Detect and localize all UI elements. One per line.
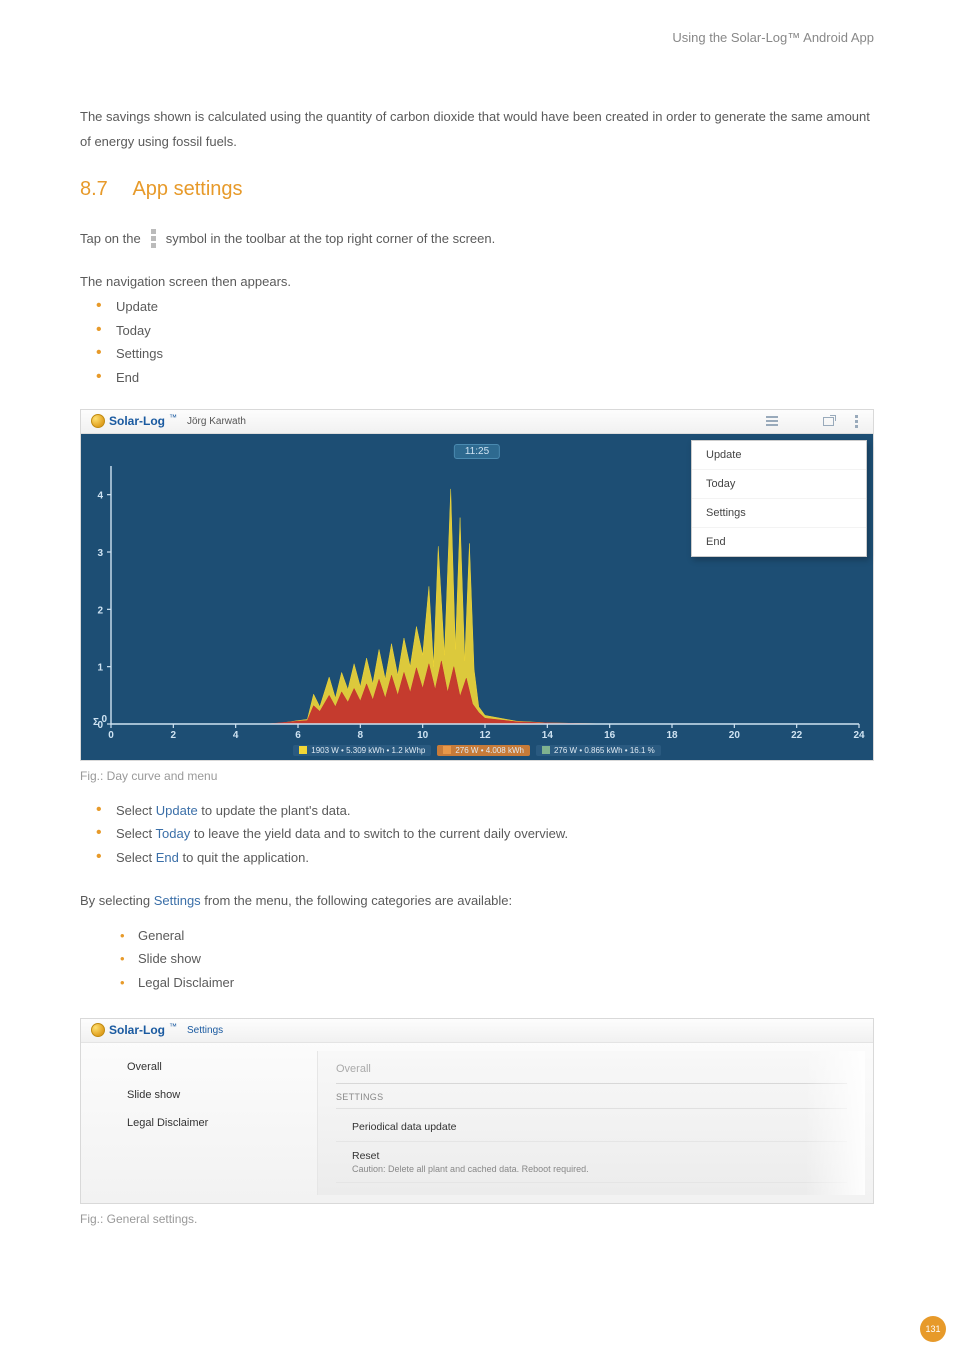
svg-text:8: 8 [358, 730, 364, 741]
app-logo: Solar-Log™ [91, 414, 177, 428]
panel-subheading: SETTINGS [336, 1090, 847, 1109]
sidebar-item-overall[interactable]: Overall [127, 1053, 293, 1081]
menu-item-settings[interactable]: Settings [692, 499, 866, 528]
nav-item: Settings [96, 342, 874, 365]
svg-text:20: 20 [729, 730, 741, 741]
settings-panel: Overall SETTINGS Periodical data update … [317, 1051, 865, 1195]
settings-categories: General Slide show Legal Disclaimer [80, 924, 874, 994]
menu-item-end[interactable]: End [692, 528, 866, 556]
svg-text:Σ: Σ [93, 717, 99, 728]
svg-text:0: 0 [101, 714, 107, 725]
setting-periodical-update[interactable]: Periodical data update [336, 1113, 847, 1142]
svg-text:2: 2 [171, 730, 177, 741]
svg-text:24: 24 [853, 730, 865, 741]
hamburger-icon[interactable] [765, 414, 779, 428]
section-title: App settings [132, 178, 242, 200]
nav-item: Update [96, 295, 874, 318]
svg-text:4: 4 [233, 730, 239, 741]
nav-item: Today [96, 319, 874, 342]
nav-intro: The navigation screen then appears. [80, 274, 874, 289]
sidebar-item-slideshow[interactable]: Slide show [127, 1081, 293, 1109]
overflow-icon[interactable] [849, 414, 863, 428]
settings-paragraph: By selecting Settings from the menu, the… [80, 889, 874, 914]
settings-toolbar: Solar-Log™ Settings [81, 1019, 873, 1043]
overflow-icon [147, 225, 160, 252]
app-logo: Solar-Log™ [91, 1023, 177, 1037]
tap-line: Tap on the symbol in the toolbar at the … [80, 225, 874, 252]
instruction-list: Select Update to update the plant's data… [80, 799, 874, 869]
screenshot-settings: Solar-Log™ Settings Overall Slide show L… [80, 1018, 874, 1204]
list-item: Slide show [120, 947, 874, 970]
settings-sidebar: Overall Slide show Legal Disclaimer [81, 1043, 317, 1203]
plant-name: Jörg Karwath [187, 416, 246, 427]
svg-text:3: 3 [97, 548, 103, 559]
svg-text:14: 14 [542, 730, 554, 741]
open-external-icon[interactable] [821, 414, 835, 428]
section-heading: 8.7 App settings [80, 178, 874, 201]
svg-text:1: 1 [97, 663, 103, 674]
svg-text:0: 0 [108, 730, 114, 741]
setting-reset[interactable]: Reset Caution: Delete all plant and cach… [336, 1142, 847, 1183]
nav-item: End [96, 366, 874, 389]
grid-icon[interactable] [793, 414, 807, 428]
app-toolbar: Solar-Log™ Jörg Karwath [81, 410, 873, 434]
figure-caption: Fig.: General settings. [80, 1212, 874, 1226]
svg-text:22: 22 [791, 730, 803, 741]
svg-text:10: 10 [417, 730, 429, 741]
list-item: Select Today to leave the yield data and… [96, 822, 874, 845]
svg-text:16: 16 [604, 730, 616, 741]
panel-heading: Overall [336, 1061, 847, 1084]
sidebar-item-legal[interactable]: Legal Disclaimer [127, 1109, 293, 1137]
dropdown-menu: Update Today Settings End [691, 440, 867, 557]
menu-item-today[interactable]: Today [692, 470, 866, 499]
page-header: Using the Solar-Log™ Android App [80, 30, 874, 45]
menu-item-update[interactable]: Update [692, 441, 866, 470]
list-item: Select Update to update the plant's data… [96, 799, 874, 822]
screenshot-day-curve: Solar-Log™ Jörg Karwath 11:25 Update Tod… [80, 409, 874, 761]
breadcrumb: Settings [187, 1025, 223, 1036]
intro-paragraph: The savings shown is calculated using th… [80, 105, 874, 154]
svg-text:12: 12 [479, 730, 491, 741]
logo-icon [91, 414, 105, 428]
list-item: Select End to quit the application. [96, 846, 874, 869]
nav-list: Update Today Settings End [80, 295, 874, 389]
logo-icon [91, 1023, 105, 1037]
figure-caption: Fig.: Day curve and menu [80, 769, 874, 783]
svg-text:4: 4 [97, 491, 103, 502]
section-number: 8.7 [80, 178, 128, 201]
list-item: General [120, 924, 874, 947]
page-number-badge: 131 [920, 1316, 946, 1342]
svg-text:6: 6 [295, 730, 301, 741]
svg-text:2: 2 [97, 605, 103, 616]
chart-legend: 1903 W • 5.309 kWh • 1.2 kWhp 276 W • 4.… [81, 745, 873, 756]
svg-text:18: 18 [666, 730, 678, 741]
list-item: Legal Disclaimer [120, 971, 874, 994]
